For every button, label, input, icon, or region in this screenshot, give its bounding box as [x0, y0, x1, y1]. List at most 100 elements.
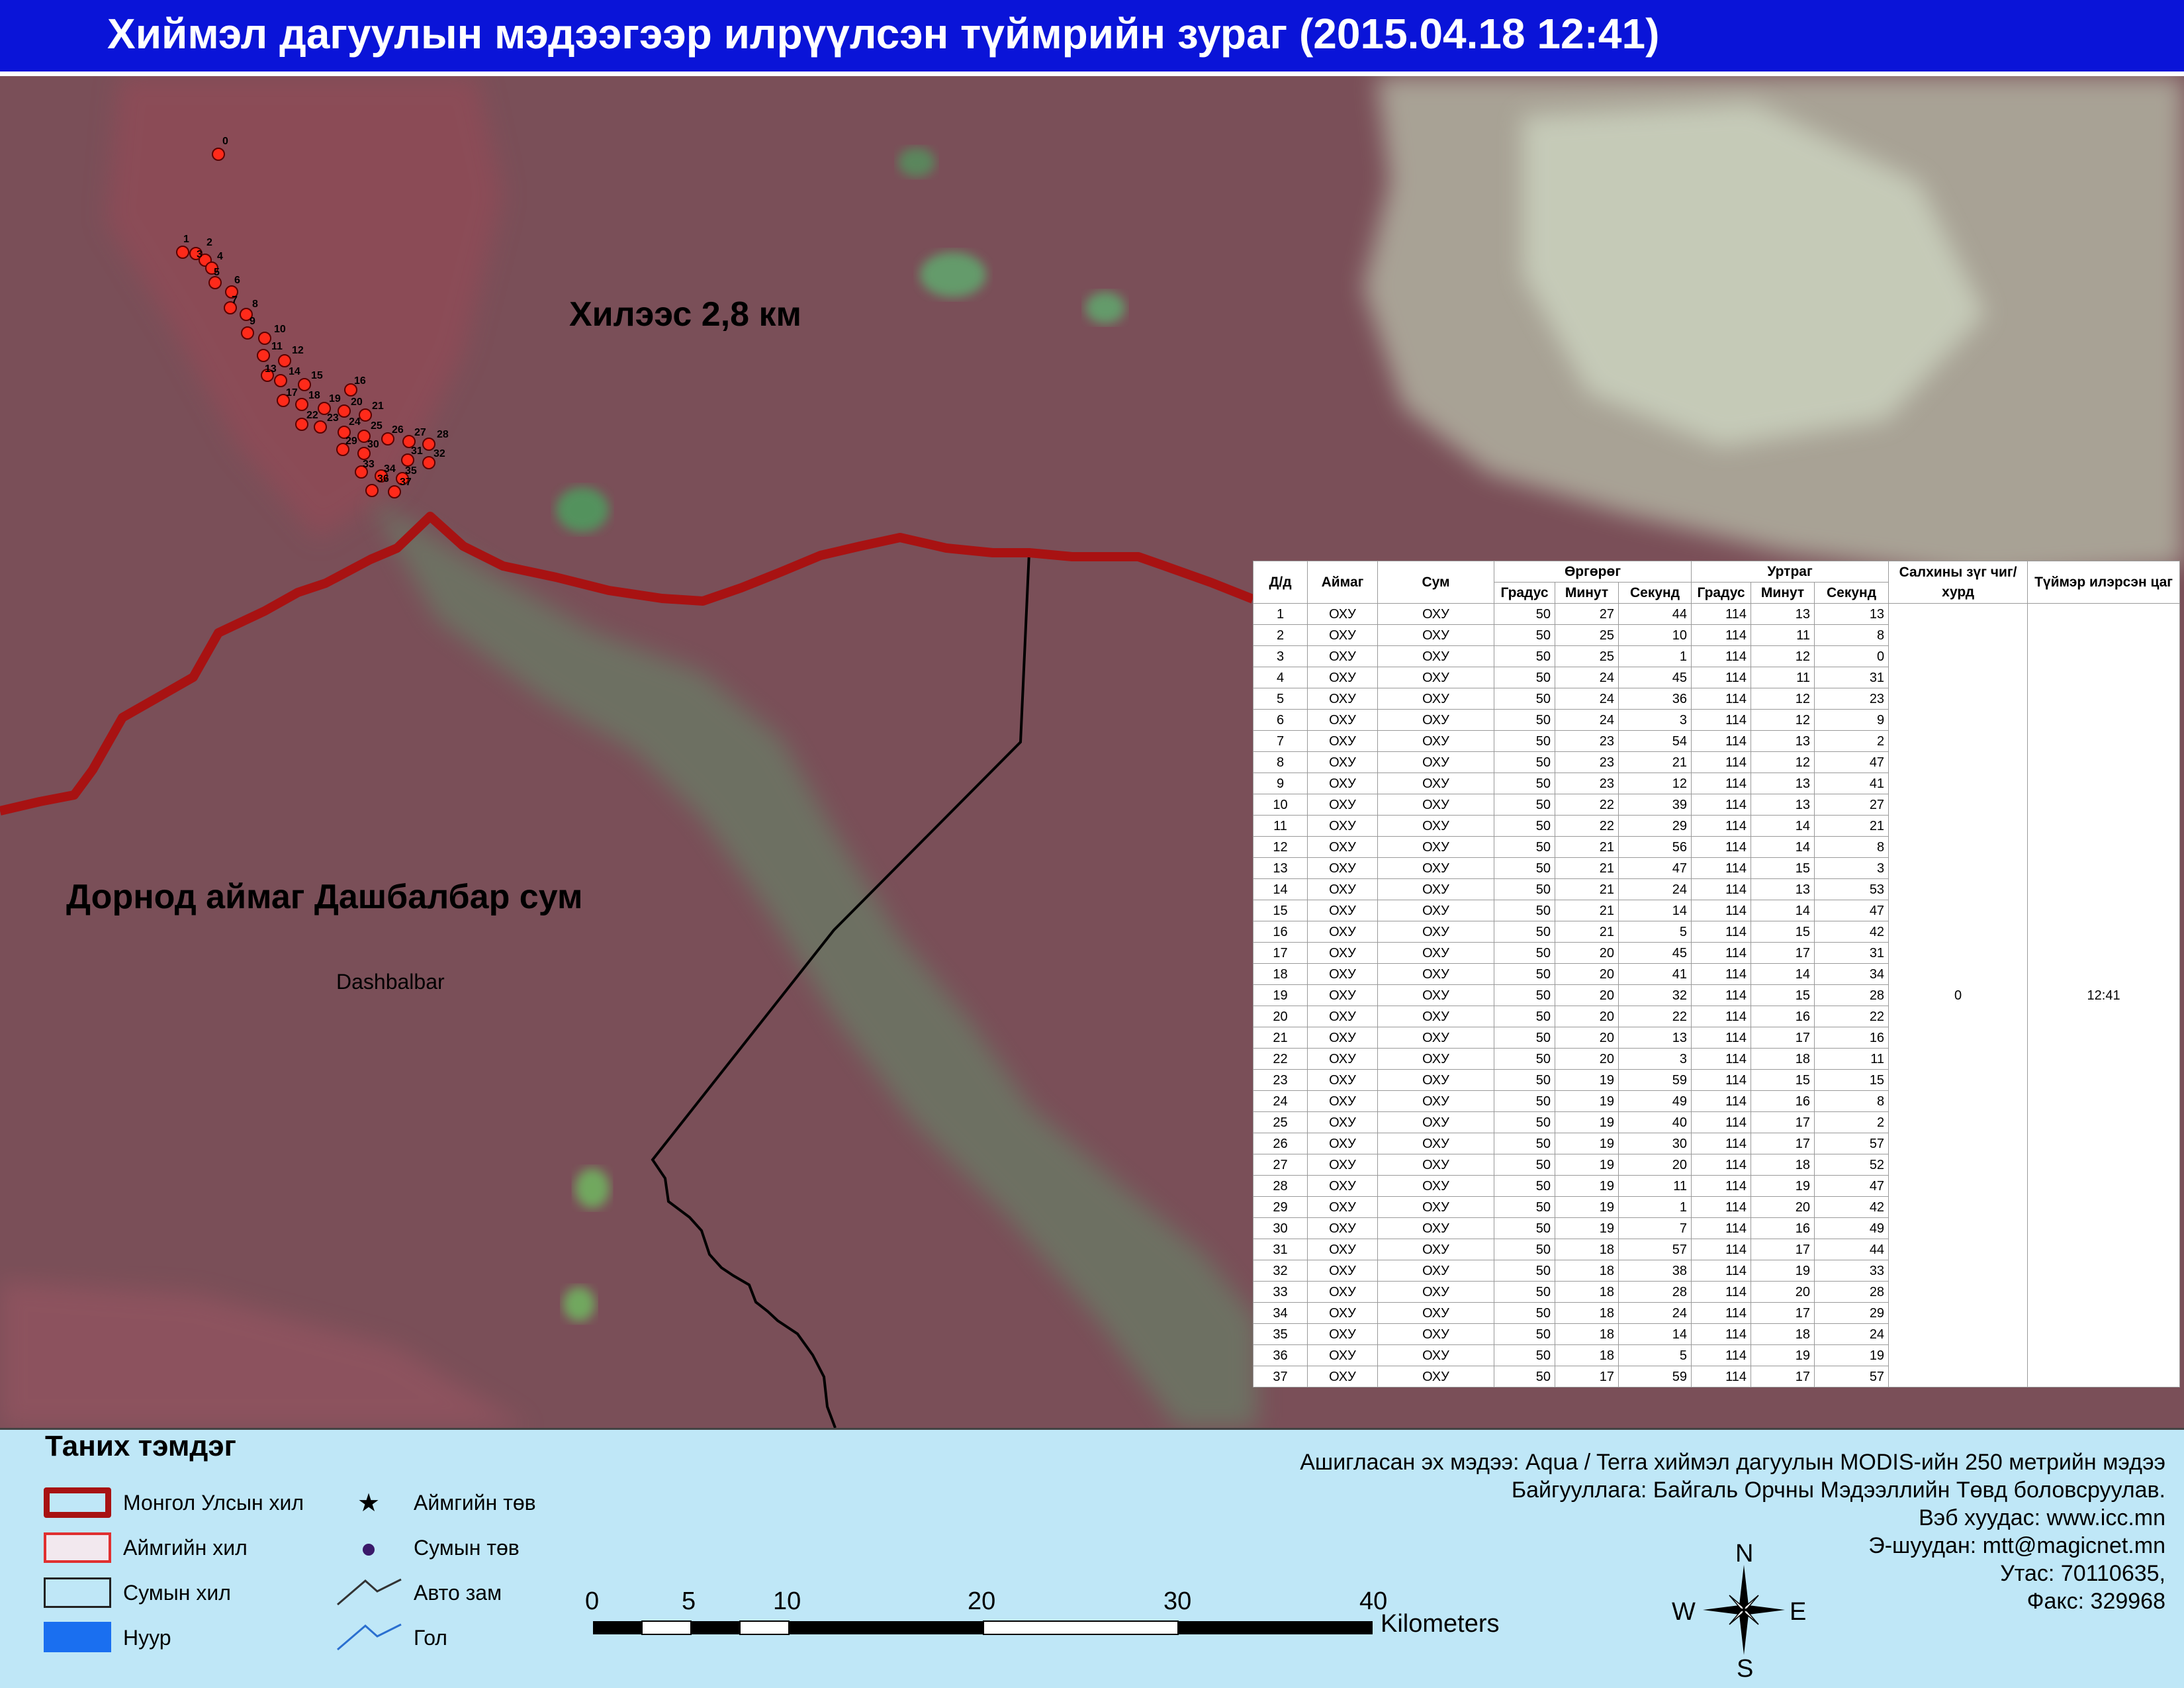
fire-point[interactable]: [359, 408, 372, 422]
table-cell: 18: [1555, 1239, 1619, 1260]
fire-point[interactable]: [241, 326, 254, 340]
table-cell: 17: [1751, 1366, 1815, 1387]
town-label: Dashbalbar: [336, 970, 445, 994]
table-cell: 21: [1555, 921, 1619, 943]
header-sum: Сум: [1377, 561, 1494, 604]
table-cell: ОХУ: [1377, 921, 1494, 943]
table-cell: 50: [1494, 1111, 1555, 1133]
table-cell: ОХУ: [1307, 751, 1378, 773]
fire-point[interactable]: [258, 332, 271, 345]
table-cell: 23: [1555, 751, 1619, 773]
table-cell: ОХУ: [1307, 1302, 1378, 1324]
fire-label: 20: [351, 397, 363, 408]
fire-label: 3: [197, 249, 203, 260]
fire-point[interactable]: [295, 398, 308, 411]
table-cell: 50: [1494, 624, 1555, 646]
table-cell: ОХУ: [1377, 688, 1494, 710]
legend-aimag-border: Аймгийн хил: [123, 1536, 248, 1560]
table-cell: 114: [1691, 645, 1752, 667]
table-cell: 14: [1253, 878, 1308, 900]
fire-label: 11: [271, 341, 283, 352]
scale-segment-black: [1178, 1621, 1373, 1634]
header-lon-sec: Секунд: [1814, 582, 1889, 604]
fire-label: 7: [232, 295, 238, 306]
table-cell: 15: [1751, 857, 1815, 879]
table-cell: 17: [1751, 1111, 1815, 1133]
table-cell: ОХУ: [1307, 709, 1378, 731]
table-cell: 1: [1617, 1196, 1692, 1218]
table-cell: ОХУ: [1307, 1006, 1378, 1027]
table-cell: 114: [1691, 624, 1752, 646]
credit-web: Вэб хуудас: www.icc.mn: [1919, 1505, 2165, 1530]
table-cell: 19: [1555, 1133, 1619, 1154]
table-cell: ОХУ: [1307, 1090, 1378, 1112]
table-cell: 21: [1555, 836, 1619, 858]
table-cell: 20: [1555, 963, 1619, 985]
header-no: Д/д: [1253, 561, 1308, 604]
header-lon-deg: Градус: [1691, 582, 1752, 604]
fire-point[interactable]: [278, 354, 291, 367]
scale-segment-white: [641, 1620, 692, 1635]
fire-point[interactable]: [338, 404, 351, 418]
table-cell: 114: [1691, 836, 1752, 858]
table-cell: 27: [1814, 794, 1889, 816]
table-cell: 30: [1617, 1133, 1692, 1154]
scale-tick-label: 10: [773, 1587, 801, 1615]
fire-label: 12: [292, 345, 304, 356]
table-cell: 44: [1814, 1239, 1889, 1260]
scale-tick-label: 5: [682, 1587, 696, 1615]
table-cell: 31: [1814, 942, 1889, 964]
fire-point[interactable]: [274, 374, 287, 387]
green-patch: [920, 252, 986, 297]
table-cell: 13: [1814, 603, 1889, 625]
fire-point[interactable]: [314, 420, 327, 434]
table-cell: 26: [1253, 1133, 1308, 1154]
compass-west: W: [1672, 1598, 1696, 1626]
fire-label: 25: [371, 420, 383, 432]
table-cell: 114: [1691, 942, 1752, 964]
table-cell: 19: [1555, 1196, 1619, 1218]
table-cell: 114: [1691, 1302, 1752, 1324]
table-cell: 18: [1555, 1344, 1619, 1366]
table-cell: 50: [1494, 900, 1555, 921]
fire-label: 22: [306, 410, 318, 421]
table-cell: 11: [1253, 815, 1308, 837]
fire-point[interactable]: [257, 349, 270, 362]
table-cell: 23: [1555, 773, 1619, 794]
table-cell: 3: [1617, 709, 1692, 731]
fire-label: 21: [372, 400, 384, 412]
table-cell: 114: [1691, 857, 1752, 879]
table-cell: 24: [1555, 667, 1619, 688]
table-cell: 12: [1253, 836, 1308, 858]
table-cell: ОХУ: [1307, 1366, 1378, 1387]
green-patch: [563, 1287, 595, 1321]
table-cell: 20: [1253, 1006, 1308, 1027]
table-cell: ОХУ: [1307, 688, 1378, 710]
table-cell: 49: [1617, 1090, 1692, 1112]
compass-needle: [1703, 1605, 1744, 1615]
table-cell: 17: [1555, 1366, 1619, 1387]
table-cell: 27: [1253, 1154, 1308, 1176]
fire-point[interactable]: [388, 485, 401, 498]
table-cell: 22: [1617, 1006, 1692, 1027]
green-patch: [898, 148, 935, 177]
compass-rose-icon: [1703, 1565, 1785, 1655]
fire-point[interactable]: [298, 378, 311, 391]
fire-point[interactable]: [212, 148, 225, 161]
table-cell: 19: [1253, 984, 1308, 1006]
fire-point[interactable]: [176, 246, 189, 259]
table-cell: 57: [1617, 1239, 1692, 1260]
fire-point[interactable]: [365, 484, 379, 497]
fire-label: 37: [400, 477, 412, 488]
table-cell: 29: [1617, 815, 1692, 837]
credit-source: Ашигласан эх мэдээ: Aqua / Terra хиймэл …: [1300, 1450, 2165, 1475]
table-cell: 50: [1494, 878, 1555, 900]
table-cell: 5: [1617, 1344, 1692, 1366]
table-cell: 28: [1814, 1281, 1889, 1303]
table-cell: 17: [1751, 1239, 1815, 1260]
table-cell: 114: [1691, 1027, 1752, 1049]
table-cell: 17: [1751, 942, 1815, 964]
table-cell: 8: [1814, 1090, 1889, 1112]
table-cell: 54: [1617, 730, 1692, 752]
table-cell: 50: [1494, 1090, 1555, 1112]
